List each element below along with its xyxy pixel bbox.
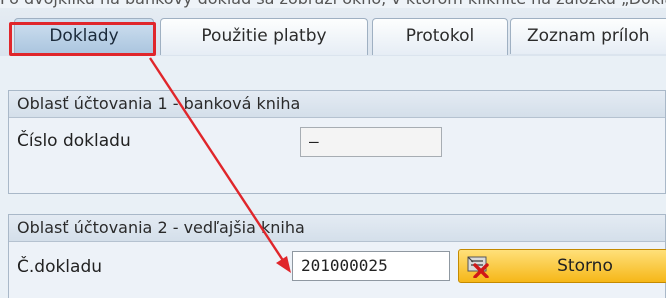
tab-label: Protokol bbox=[405, 26, 475, 46]
storno-icon bbox=[465, 254, 491, 279]
instruction-text: Po dvojkliku na bankový doklad sa zobraz… bbox=[0, 0, 666, 8]
tab-zoznam-priloh[interactable]: Zoznam príloh bbox=[510, 18, 666, 54]
cislo-dokladu-field[interactable]: – bbox=[300, 127, 442, 157]
tab-protokol[interactable]: Protokol bbox=[372, 18, 508, 55]
tab-strip: Doklady Použitie platby Protokol Zoznam … bbox=[0, 8, 666, 57]
content-area: Oblasť účtovania 1 - banková kniha Číslo… bbox=[0, 56, 666, 298]
field-label-c-dokladu: Č.dokladu bbox=[17, 257, 103, 277]
storno-button[interactable]: Storno bbox=[458, 249, 666, 283]
group-title: Oblasť účtovania 2 - vedľajšia kniha bbox=[9, 215, 665, 242]
field-row: Číslo dokladu – bbox=[9, 125, 665, 161]
group-bankova-kniha: Oblasť účtovania 1 - banková kniha Číslo… bbox=[8, 90, 666, 194]
cropped-instruction-text: Po dvojkliku na bankový doklad sa zobraz… bbox=[0, 0, 666, 8]
group-title: Oblasť účtovania 1 - banková kniha bbox=[9, 91, 665, 118]
tab-highlight-box bbox=[9, 22, 156, 56]
field-label-cislo-dokladu: Číslo dokladu bbox=[17, 131, 131, 151]
tab-pouzitie-platby[interactable]: Použitie platby bbox=[160, 18, 368, 55]
storno-label: Storno bbox=[557, 256, 613, 276]
group-vedlajsia-kniha: Oblasť účtovania 2 - vedľajšia kniha Č.d… bbox=[8, 214, 666, 298]
tab-label: Použitie platby bbox=[201, 26, 327, 46]
field-row: Č.dokladu 201000025 Storno bbox=[9, 245, 666, 285]
c-dokladu-field[interactable]: 201000025 bbox=[292, 251, 450, 281]
tab-label: Zoznam príloh bbox=[527, 26, 650, 46]
